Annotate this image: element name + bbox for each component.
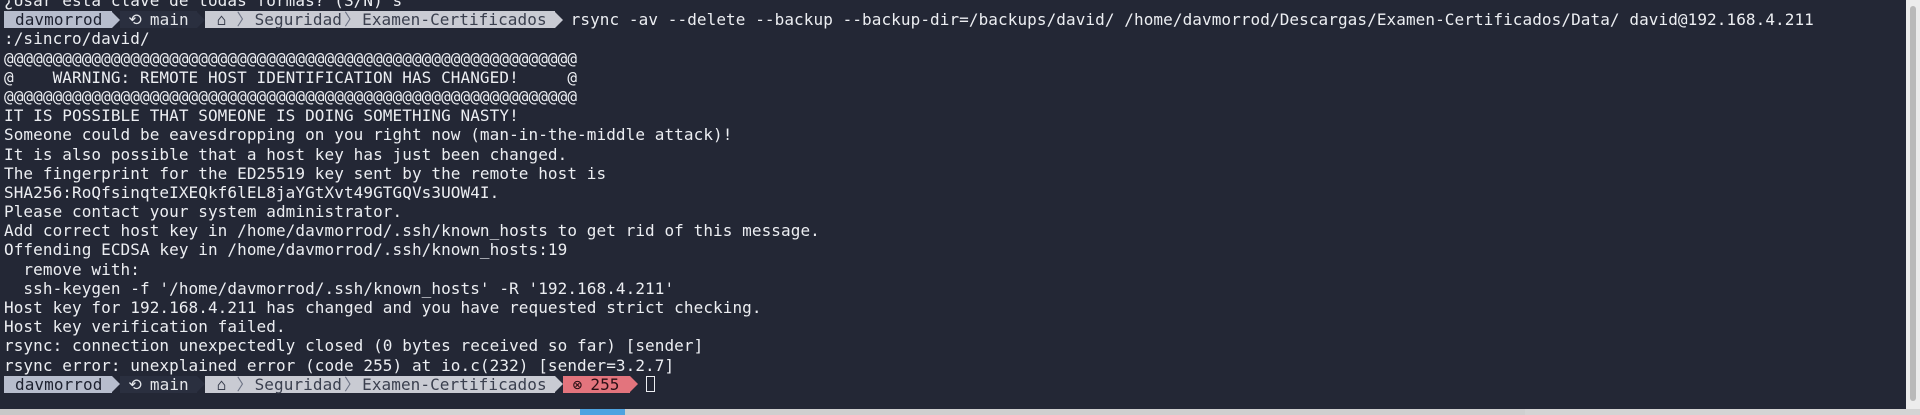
partial-top-line: ¿Usar esta clave de todas formas? (S/N) … (4, 0, 403, 10)
output-line: Add correct host key in /home/davmorrod/… (4, 221, 820, 241)
home-icon: ⌂ (216, 10, 227, 30)
git-branch-icon: ⟲ (128, 374, 142, 394)
prompt-path-part: Examen-Certificados (362, 374, 547, 394)
prompt-user-segment: davmorrod (4, 375, 113, 393)
output-line: @@@@@@@@@@@@@@@@@@@@@@@@@@@@@@@@@@@@@@@@… (4, 86, 578, 106)
output-line: @ WARNING: REMOTE HOST IDENTIFICATION HA… (4, 67, 578, 87)
terminal-scrollbar[interactable] (1906, 0, 1920, 409)
path-separator-icon: 〉 (344, 10, 361, 30)
output-line: remove with: (4, 259, 140, 279)
powerline-separator (629, 376, 638, 393)
taskbar-segment (0, 409, 170, 415)
output-line: rsync: connection unexpectedly closed (0… (4, 336, 704, 356)
output-line: Please contact your system administrator… (4, 202, 403, 222)
path-separator-icon: 〉 (236, 10, 253, 30)
error-x-icon: ⊗ (572, 374, 583, 394)
powerline-separator (112, 11, 121, 28)
prompt-path-part: Seguridad (254, 10, 343, 30)
prompt-git-segment: ⟲ main (120, 374, 197, 394)
prompt-path-part: Examen-Certificados (362, 10, 547, 30)
command-text: rsync -av --delete --backup --backup-dir… (570, 10, 1814, 30)
prompt-user-segment: davmorrod (4, 11, 113, 29)
output-line: Someone could be eavesdropping on you ri… (4, 125, 733, 145)
terminal-window[interactable]: ¿Usar esta clave de todas formas? (S/N) … (0, 0, 1906, 409)
output-line: :/sincro/david/ (4, 29, 150, 49)
output-line: IT IS POSSIBLE THAT SOMEONE IS DOING SOM… (4, 106, 519, 126)
taskbar-segment (625, 409, 1525, 415)
path-separator-icon: 〉 (344, 374, 361, 394)
output-line: Host key verification failed. (4, 317, 286, 337)
output-line: rsync error: unexplained error (code 255… (4, 355, 675, 375)
terminal-content: ¿Usar esta clave de todas formas? (S/N) … (4, 0, 1906, 394)
scrollbar-thumb[interactable] (1910, 6, 1916, 401)
powerline-separator (196, 376, 205, 393)
output-line: Host key for 192.168.4.211 has changed a… (4, 298, 762, 317)
output-line: @@@@@@@@@@@@@@@@@@@@@@@@@@@@@@@@@@@@@@@@… (4, 48, 578, 68)
command-prompt-line: davmorrod ⟲ main ⌂ 〉 Seguridad 〉 Examen-Certi… (4, 10, 1906, 29)
git-branch-icon: ⟲ (128, 10, 142, 30)
home-icon: ⌂ (216, 374, 227, 394)
prompt-path-part: Seguridad (254, 374, 343, 394)
prompt-path-segment: ⌂ 〉 Seguridad 〉 Examen-Certificados (204, 374, 555, 394)
prompt-branch-label: main (149, 10, 189, 30)
output-line: Offending ECDSA key in /home/davmorrod/.… (4, 240, 568, 260)
prompt-exit-code-segment: ⊗ 255 (562, 374, 630, 394)
block-cursor[interactable] (645, 376, 655, 393)
command-output: :/sincro/david/@@@@@@@@@@@@@@@@@@@@@@@@@… (4, 29, 1906, 374)
output-line: The fingerprint for the ED25519 key sent… (4, 163, 607, 183)
powerline-separator (112, 376, 121, 393)
exit-code-label: 255 (590, 374, 620, 394)
powerline-separator (554, 11, 563, 28)
powerline-separator (554, 376, 563, 393)
taskbar-active-indicator (580, 409, 625, 415)
prompt-git-segment: ⟲ main (120, 10, 197, 30)
path-separator-icon: 〉 (236, 374, 253, 394)
final-prompt-line: davmorrod ⟲ main ⌂ 〉 Seguridad 〉 Examen-Certi… (4, 375, 1906, 394)
prompt-path-segment: ⌂ 〉 Seguridad 〉 Examen-Certificados (204, 10, 555, 30)
powerline-separator (196, 11, 205, 28)
output-line: SHA256:RoQfsinqteIXEQkf6lEL8jaYGtXvt49GT… (4, 182, 500, 202)
output-line: It is also possible that a host key has … (4, 144, 568, 164)
prompt-branch-label: main (149, 374, 189, 394)
taskbar-strip (0, 409, 1920, 415)
output-line: ssh-keygen -f '/home/davmorrod/.ssh/know… (4, 278, 675, 298)
